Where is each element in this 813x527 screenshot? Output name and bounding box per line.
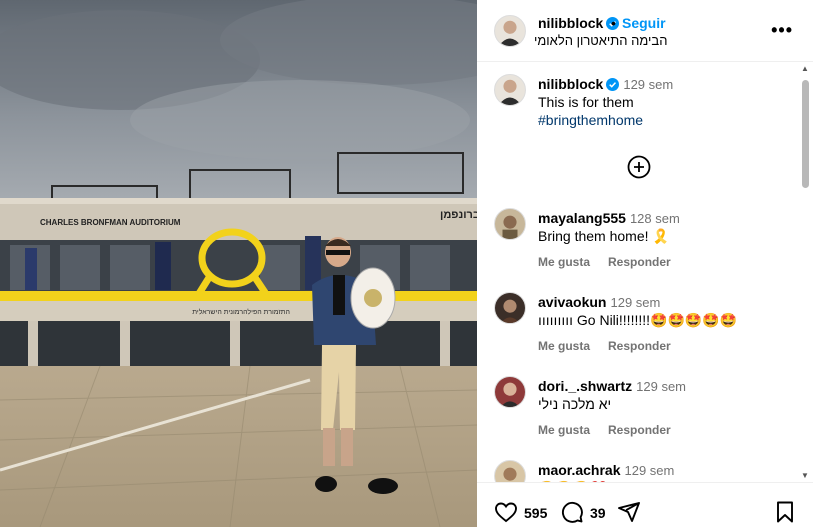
comment-actions: Me gusta Responder [538, 255, 689, 269]
comment-header: mayalang555 128 sem [538, 210, 680, 226]
comment-text: Bring them home! 🎗️ [538, 228, 670, 244]
comment-header: avivaokun 129 sem [538, 294, 660, 310]
comment-bubble-icon[interactable] [560, 500, 584, 524]
comment-row: maor.achrak129 sem 🤩🤩🤩❤️ [477, 460, 797, 482]
caption-header: nilibblock 129 sem [538, 76, 673, 92]
comment-username[interactable]: maor.achrak [538, 462, 621, 478]
caption-text: This is for them [538, 94, 634, 110]
commenter-avatar[interactable] [494, 376, 526, 408]
share-send-icon[interactable] [617, 500, 641, 524]
photo-illustration: CHARLES BRONFMAN AUDITORIUM היכל התרבות … [0, 0, 477, 527]
comment-reply-link[interactable]: Responder [608, 255, 671, 269]
caption-hashtag[interactable]: #bringthemhome [538, 112, 643, 128]
building-name-en: CHARLES BRONFMAN AUDITORIUM [40, 218, 181, 227]
post-location[interactable]: הבימה התיאטרון הלאומי [534, 33, 667, 48]
comment-text: ııııııııı Go Nili!!!!!!!!🤩🤩🤩🤩🤩 [538, 312, 738, 328]
comments-scroll-area[interactable]: nilibblock 129 sem This is for them #brin… [477, 63, 797, 482]
comment-time[interactable]: 129 sem [625, 463, 675, 478]
comments-scrollbar[interactable]: ▲ ▼ [799, 63, 811, 482]
commenter-avatar[interactable] [494, 460, 526, 482]
comment-header: maor.achrak 129 sem [538, 462, 674, 478]
author-avatar[interactable] [494, 15, 526, 47]
comment-time[interactable]: 128 sem [630, 211, 680, 226]
comment-time[interactable]: 129 sem [636, 379, 686, 394]
comment-like-link[interactable]: Me gusta [538, 339, 590, 353]
comment-username[interactable]: avivaokun [538, 294, 606, 310]
comment-header: dori._.shwartz 129 sem [538, 378, 686, 394]
comment-username[interactable]: mayalang555 [538, 210, 626, 226]
comment-actions: Me gusta Responder [538, 339, 689, 353]
post-action-bar: 595 39 [477, 482, 813, 527]
comment-like-link[interactable]: Me gusta [538, 423, 590, 437]
author-username[interactable]: nilibblock [538, 15, 620, 31]
post-panel: nilibblock • Seguir הבימה התיאטרון הלאומ… [477, 0, 813, 527]
commenter-avatar[interactable] [494, 208, 526, 240]
likes-count[interactable]: 595 [524, 505, 547, 521]
comment-reply-link[interactable]: Responder [608, 423, 671, 437]
caption-author-avatar[interactable] [494, 74, 526, 106]
post-header: nilibblock • Seguir הבימה התיאטרון הלאומ… [477, 0, 813, 62]
comments-count[interactable]: 39 [590, 505, 606, 521]
comment-like-link[interactable]: Me gusta [538, 255, 590, 269]
scrollbar-thumb[interactable] [802, 80, 809, 188]
caption-row: nilibblock 129 sem This is for them #brin… [477, 74, 797, 134]
sub-sign-he: התזמורת הפילהרמונית הישראלית [192, 308, 290, 316]
comment-reply-link[interactable]: Responder [608, 339, 671, 353]
comment-time[interactable]: 129 sem [610, 295, 660, 310]
more-options-icon[interactable]: ••• [771, 20, 793, 41]
commenter-avatar[interactable] [494, 292, 526, 324]
building-name-he: היכל התרבות ע"ש צ'רלס ברונפמן [440, 208, 477, 221]
save-bookmark-icon[interactable] [773, 500, 797, 524]
caption-time[interactable]: 129 sem [623, 77, 673, 92]
scroll-up-arrow-icon[interactable]: ▲ [801, 65, 809, 73]
comment-actions: Me gusta Responder [538, 423, 689, 437]
comment-row: dori._.shwartz 129 sem יא מלכה נילי Me gu… [477, 376, 797, 446]
separator-dot: • [611, 15, 616, 31]
comment-text: יא מלכה נילי [538, 396, 612, 412]
comment-username[interactable]: dori._.shwartz [538, 378, 632, 394]
scroll-down-arrow-icon[interactable]: ▼ [801, 472, 809, 480]
comment-row: avivaokun 129 sem ııııııııı Go Nili!!!!!!… [477, 292, 797, 362]
post-photo[interactable]: CHARLES BRONFMAN AUDITORIUM היכל התרבות … [0, 0, 477, 527]
load-more-comments-icon[interactable] [627, 155, 651, 179]
caption-username[interactable]: nilibblock [538, 76, 603, 92]
like-heart-icon[interactable] [494, 500, 518, 524]
follow-button[interactable]: Seguir [622, 15, 666, 31]
comment-row: mayalang555 128 sem Bring them home! 🎗️ M… [477, 208, 797, 278]
verified-badge-icon [606, 78, 620, 91]
